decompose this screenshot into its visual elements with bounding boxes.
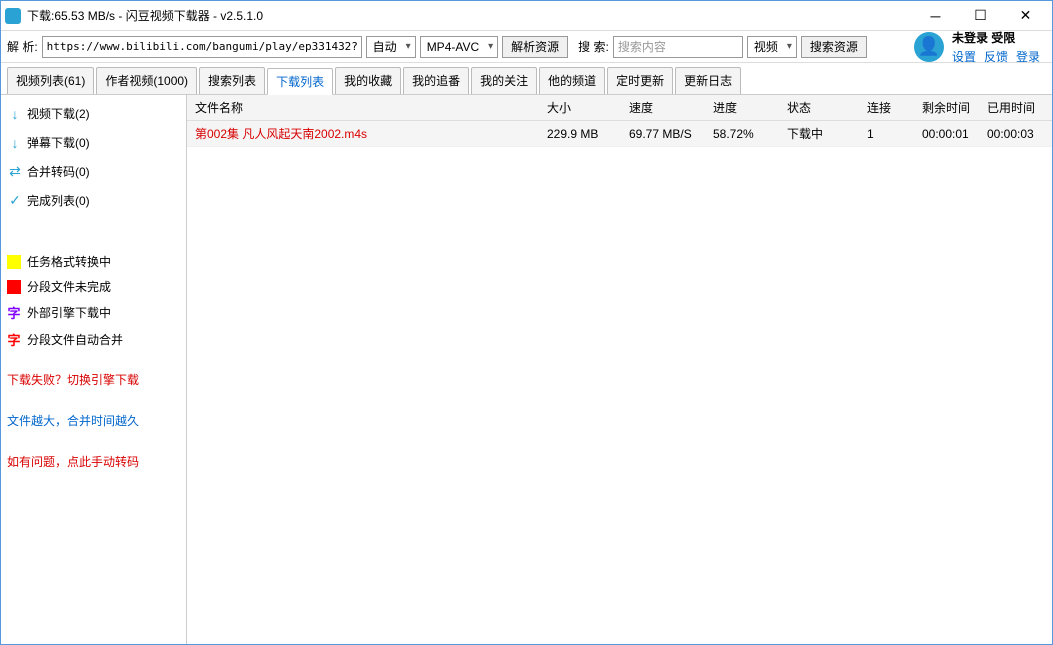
tab-my-bangumi[interactable]: 我的追番	[403, 67, 469, 94]
close-button[interactable]: ✕	[1003, 2, 1048, 30]
search-input[interactable]: 搜索内容	[613, 36, 743, 58]
tab-my-follow[interactable]: 我的关注	[471, 67, 537, 94]
auto-select[interactable]: 自动	[366, 36, 416, 58]
tab-search-list[interactable]: 搜索列表	[199, 67, 265, 94]
titlebar-text: 下载:65.53 MB/s - 闪豆视频下载器 - v2.5.1.0	[27, 7, 913, 24]
red-box-icon	[7, 280, 21, 294]
td-size: 229.9 MB	[539, 127, 621, 141]
th-progress[interactable]: 进度	[705, 99, 779, 116]
th-remain[interactable]: 剩余时间	[914, 99, 979, 116]
char-icon: 字	[7, 303, 21, 322]
legend-incomplete: 分段文件未完成	[5, 276, 182, 297]
th-speed[interactable]: 速度	[621, 99, 705, 116]
settings-link[interactable]: 设置	[952, 48, 976, 65]
check-icon: ✓	[7, 192, 23, 209]
sidebar-item-merge-transcode[interactable]: ⇄ 合并转码(0)	[5, 159, 182, 184]
search-button[interactable]: 搜索资源	[801, 36, 867, 58]
login-link[interactable]: 登录	[1016, 48, 1040, 65]
sidebar-link-switch-engine[interactable]: 下载失败？切换引擎下载	[5, 367, 182, 392]
td-progress: 58.72%	[705, 127, 779, 141]
download-table: 文件名称 大小 速度 进度 状态 连接 剩余时间 已用时间 第002集 凡人风起…	[187, 95, 1052, 644]
tabs: 视频列表(61) 作者视频(1000) 搜索列表 下载列表 我的收藏 我的追番 …	[1, 63, 1052, 95]
th-status[interactable]: 状态	[779, 99, 859, 116]
tab-timed-update[interactable]: 定时更新	[607, 67, 673, 94]
sidebar-item-danmu-download[interactable]: ↓ 弹幕下载(0)	[5, 130, 182, 155]
tab-changelog[interactable]: 更新日志	[675, 67, 741, 94]
swap-icon: ⇄	[7, 163, 23, 180]
td-conn: 1	[859, 127, 914, 141]
tab-video-list[interactable]: 视频列表(61)	[7, 67, 94, 94]
titlebar: 下载:65.53 MB/s - 闪豆视频下载器 - v2.5.1.0 ─ ☐ ✕	[1, 1, 1052, 31]
td-speed: 69.77 MB/S	[621, 127, 705, 141]
toolbar: 解 析: 自动 MP4-AVC 解析资源 搜 索: 搜索内容 视频 搜索资源 👤…	[1, 31, 1052, 63]
sidebar-item-video-download[interactable]: ↓ 视频下载(2)	[5, 101, 182, 126]
th-used[interactable]: 已用时间	[979, 99, 1052, 116]
th-conn[interactable]: 连接	[859, 99, 914, 116]
search-type-select[interactable]: 视频	[747, 36, 797, 58]
table-header: 文件名称 大小 速度 进度 状态 连接 剩余时间 已用时间	[187, 95, 1052, 121]
maximize-button[interactable]: ☐	[958, 2, 1003, 30]
td-name: 第002集 凡人风起天南2002.m4s	[187, 125, 539, 142]
char-icon: 字	[7, 330, 21, 349]
tab-download-list[interactable]: 下载列表	[267, 68, 333, 95]
tab-his-channel[interactable]: 他的频道	[539, 67, 605, 94]
app-icon	[5, 8, 21, 24]
tab-author-video[interactable]: 作者视频(1000)	[96, 67, 197, 94]
format-select[interactable]: MP4-AVC	[420, 36, 498, 58]
legend-auto-merge: 字 分段文件自动合并	[5, 328, 182, 351]
user-status: 未登录 受限	[952, 29, 1040, 46]
url-input[interactable]	[42, 36, 362, 58]
td-remain: 00:00:01	[914, 127, 979, 141]
th-size[interactable]: 大小	[539, 99, 621, 116]
avatar[interactable]: 👤	[914, 32, 944, 62]
table-row[interactable]: 第002集 凡人风起天南2002.m4s 229.9 MB 69.77 MB/S…	[187, 121, 1052, 147]
td-used: 00:00:03	[979, 127, 1052, 141]
yellow-box-icon	[7, 255, 21, 269]
download-icon: ↓	[7, 135, 23, 151]
parse-label: 解 析:	[7, 38, 38, 55]
sidebar-link-merge-time[interactable]: 文件越大，合并时间越久	[5, 408, 182, 433]
sidebar-item-complete-list[interactable]: ✓ 完成列表(0)	[5, 188, 182, 213]
legend-external-engine: 字 外部引擎下载中	[5, 301, 182, 324]
th-name[interactable]: 文件名称	[187, 99, 539, 116]
sidebar-link-manual-transcode[interactable]: 如有问题，点此手动转码	[5, 449, 182, 474]
search-label: 搜 索:	[578, 38, 609, 55]
minimize-button[interactable]: ─	[913, 2, 958, 30]
download-icon: ↓	[7, 106, 23, 122]
tab-my-favorites[interactable]: 我的收藏	[335, 67, 401, 94]
sidebar: ↓ 视频下载(2) ↓ 弹幕下载(0) ⇄ 合并转码(0) ✓ 完成列表(0) …	[1, 95, 187, 644]
td-status: 下载中	[779, 125, 859, 142]
parse-button[interactable]: 解析资源	[502, 36, 568, 58]
feedback-link[interactable]: 反馈	[984, 48, 1008, 65]
legend-converting: 任务格式转换中	[5, 251, 182, 272]
